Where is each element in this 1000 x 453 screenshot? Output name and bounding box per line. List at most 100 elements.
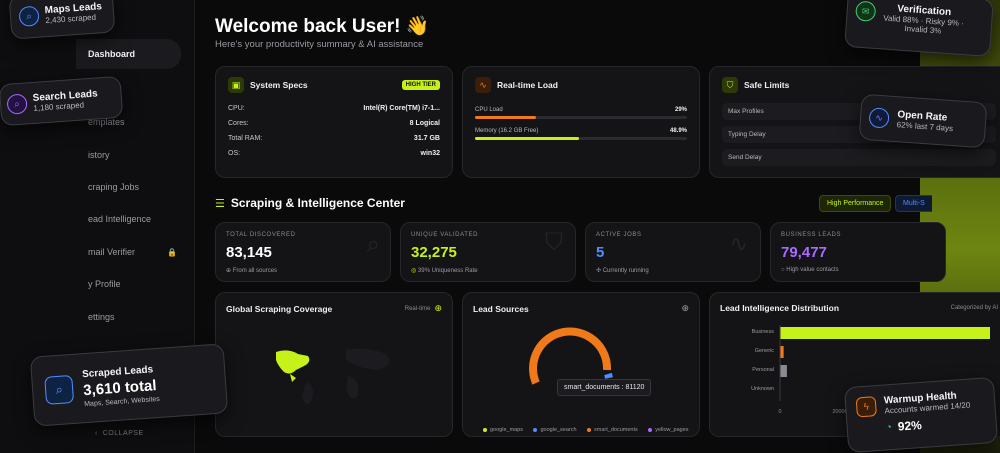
spec-row: Total RAM: 31.7 GB <box>228 135 440 142</box>
slice-google-search <box>604 372 613 379</box>
sidebar-item-lead-intelligence[interactable]: ead Intelligence <box>82 204 187 234</box>
memory-fill <box>475 137 579 140</box>
gauge-icon: ◔ <box>885 421 893 433</box>
mail-icon: ✉ <box>855 0 877 22</box>
map-region-africa <box>346 376 359 399</box>
cpu-load-bar <box>475 116 687 119</box>
sidebar-item-label: Dashboard <box>88 49 136 59</box>
limit-send-delay[interactable]: Send Delay <box>722 149 996 166</box>
warmup-value: 92% <box>897 417 923 434</box>
globe-icon: ⊕ <box>681 303 689 313</box>
legend-item[interactable]: google_search <box>533 427 577 433</box>
scraped-leads-float[interactable]: ⌕ Scraped Leads 3,610 total Maps, Search… <box>29 343 229 427</box>
activity-icon: ∿ <box>868 107 890 129</box>
sidebar-item-settings[interactable]: ettings <box>82 302 187 332</box>
spec-row: Cores: 8 Logical <box>228 120 440 127</box>
spec-row: OS: win32 <box>228 150 440 157</box>
lightning-icon: ϟ <box>855 396 877 418</box>
map-region-central-america <box>290 374 296 382</box>
map-region-north-america <box>276 350 310 374</box>
card-title: Lead Intelligence Distribution <box>720 303 840 313</box>
memory-label: Memory (16.2 GB Free) <box>475 128 539 134</box>
stat-label: BUSINESS LEADS <box>781 232 842 238</box>
open-rate-float[interactable]: ∿ Open Rate 62% last 7 days <box>858 93 988 149</box>
stat-label: ACTIVE JOBS <box>596 232 642 238</box>
sidebar-item-my-profile[interactable]: y Profile <box>82 269 187 299</box>
page-title: Welcome back User! 👋 <box>215 16 430 37</box>
sidebar-item-dashboard[interactable]: Dashboard <box>76 39 181 69</box>
realtime-load-card: ∿ Real-time Load CPU Load 29% Memory (16… <box>462 66 700 178</box>
stat-label: TOTAL DISCOVERED <box>226 232 296 238</box>
section-header: ☰ Scraping & Intelligence Center <box>215 196 405 210</box>
search-leads-float[interactable]: ⌕ Search Leads 1,180 scraped <box>0 75 124 127</box>
shield-icon: ⛉ <box>722 77 738 93</box>
categorized-tag: Categorized by AI <box>950 305 998 311</box>
chevron-left-icon: ‹ <box>95 430 98 437</box>
stat-value: 5 <box>596 244 605 261</box>
bar-business[interactable] <box>780 327 990 339</box>
sidebar-item-label: ettings <box>88 312 115 322</box>
search-icon: ⌕ <box>6 93 28 115</box>
sidebar-item-label: y Profile <box>88 279 121 289</box>
stat-value: 32,275 <box>411 244 457 261</box>
lead-sources-card: Lead Sources ⊕ smart_documents : 81120 g… <box>462 292 700 437</box>
chart-legend: google_maps google_search smart_document… <box>483 419 695 437</box>
lock-icon: 🔒 <box>167 247 177 257</box>
verification-float[interactable]: ✉ Verification Valid 88% · Risky 9% · In… <box>844 0 994 58</box>
legend-item[interactable]: smart_documents <box>587 427 638 433</box>
sidebar-item-label: mail Verifier <box>88 247 136 257</box>
shield-icon: ⛉ <box>545 229 563 256</box>
collapse-button[interactable]: ‹ COLLAPSE <box>95 430 144 437</box>
category-label: Unknown <box>751 386 774 392</box>
stat-unique-validated: UNIQUE VALIDATED 32,275 ◎ 39% Uniqueness… <box>400 222 576 282</box>
cpu-load-fill <box>475 116 537 119</box>
memory-bar <box>475 137 687 140</box>
activity-icon: ∿ <box>729 231 748 256</box>
card-title: Global Scraping Coverage <box>226 303 333 314</box>
map-region-eurasia <box>346 348 390 370</box>
sidebar-item-scraping-jobs[interactable]: craping Jobs <box>82 172 187 202</box>
legend-item[interactable]: google_maps <box>483 427 523 433</box>
slice-smart-documents <box>529 327 612 385</box>
check-icon: ◎ <box>411 268 417 274</box>
search-icon: ⌕ <box>18 5 40 27</box>
card-title: Safe Limits <box>744 80 790 90</box>
stat-total-discovered: TOTAL DISCOVERED 83,145 ⊕ From all sourc… <box>215 222 391 282</box>
stat-value: 83,145 <box>226 244 272 261</box>
stat-label: UNIQUE VALIDATED <box>411 232 479 238</box>
category-label: Personal <box>752 367 774 373</box>
realtime-tag: Real-time <box>404 305 431 312</box>
category-label: Generic <box>755 348 775 354</box>
x-tick-label: 0 <box>778 409 781 415</box>
sidebar-item-label: ead Intelligence <box>88 214 152 224</box>
search-icon: ⌕ <box>44 374 75 405</box>
card-title: System Specs <box>250 80 308 90</box>
cpu-load-value: 29% <box>674 107 687 113</box>
sidebar-item-email-verifier[interactable]: mail Verifier 🔒 <box>82 237 187 267</box>
memory-value: 48.9% <box>669 128 687 134</box>
bar-generic[interactable] <box>780 346 784 358</box>
card-title: Real-time Load <box>497 80 558 90</box>
spinner-icon: ✣ <box>596 268 602 274</box>
high-performance-pill[interactable]: High Performance <box>819 195 892 212</box>
cpu-load-label: CPU Load <box>475 107 503 113</box>
chip-icon: ▣ <box>228 77 244 93</box>
chart-tooltip: smart_documents : 81120 <box>557 379 652 396</box>
activity-icon: ∿ <box>475 77 491 93</box>
specs-list: CPU: Intel(R) Core(TM) i7-1... Cores: 8 Lo… <box>228 105 440 157</box>
spec-row: CPU: Intel(R) Core(TM) i7-1... <box>228 105 440 112</box>
sidebar-item-label: istory <box>88 150 110 160</box>
coverage-card: Global Scraping Coverage Real-time ⊕ <box>215 292 453 437</box>
system-specs-card: ▣ System Specs HIGH TIER CPU: Intel(R) Co… <box>215 66 453 178</box>
world-map <box>276 348 390 405</box>
warmup-health-float[interactable]: ϟ Warmup Health Accounts warmed 14/20 ◔ … <box>843 376 999 453</box>
globe-icon: ⊕ <box>226 268 232 274</box>
globe-icon: ⊕ <box>434 303 442 313</box>
legend-item[interactable]: yellow_pages <box>648 427 689 433</box>
database-icon: ☰ <box>215 197 225 210</box>
bar-personal[interactable] <box>780 365 787 377</box>
sidebar-item-history[interactable]: istory <box>82 140 187 170</box>
stat-active-jobs: ACTIVE JOBS 5 ✣ Currently running ∿ <box>585 222 761 282</box>
multi-source-pill[interactable]: Multi-S <box>895 195 932 212</box>
sidebar-item-label: craping Jobs <box>88 182 140 192</box>
